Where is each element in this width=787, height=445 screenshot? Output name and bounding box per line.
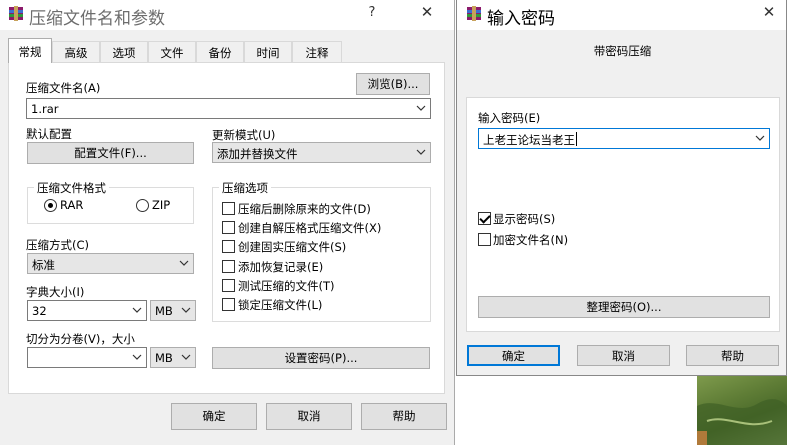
archive-format-title: 压缩文件格式 — [34, 180, 109, 196]
winrar-icon — [467, 6, 481, 21]
enter-password-label: 输入密码(E) — [478, 111, 541, 125]
delete-after-label: 压缩后删除原来的文件(D) — [238, 202, 371, 216]
password-subtitle: 带密码压缩 — [593, 44, 652, 58]
organize-passwords-button[interactable]: 整理密码(O)... — [478, 296, 770, 318]
dict-unit-select[interactable]: MB — [150, 300, 196, 321]
ok-button[interactable]: 确定 — [467, 345, 560, 366]
tab-time[interactable]: 时间 — [244, 41, 292, 62]
close-icon[interactable]: ✕ — [412, 3, 442, 21]
rar-radio[interactable] — [44, 199, 57, 212]
text-caret — [576, 132, 577, 146]
recovery-record-label: 添加恢复记录(E) — [238, 260, 324, 274]
tab-backup[interactable]: 备份 — [196, 41, 244, 62]
chevron-down-icon — [179, 260, 189, 266]
dict-size-combo[interactable]: 32 — [27, 300, 147, 321]
winrar-icon — [9, 6, 23, 21]
chevron-down-icon — [416, 149, 426, 155]
show-password-label: 显示密码(S) — [493, 212, 556, 226]
archive-dialog-title: 压缩文件名和参数 — [29, 9, 165, 29]
update-mode-select[interactable]: 添加并替换文件 — [212, 142, 431, 163]
browse-button[interactable]: 浏览(B)... — [356, 73, 430, 95]
chevron-down-icon — [416, 105, 426, 111]
dict-label: 字典大小(I) — [26, 285, 85, 299]
chevron-down-icon — [181, 354, 191, 360]
cancel-button[interactable]: 取消 — [266, 403, 352, 430]
archive-options-title: 压缩选项 — [219, 180, 271, 196]
password-dialog: 输入密码 ✕ 带密码压缩 输入密码(E) 上老王论坛当老王 显示密码(S) 加密… — [456, 0, 787, 376]
delete-after-checkbox[interactable] — [222, 202, 235, 215]
solid-label: 创建固实压缩文件(S) — [238, 240, 347, 254]
test-files-label: 测试压缩的文件(T) — [238, 279, 335, 293]
help-button[interactable]: 帮助 — [361, 403, 447, 430]
set-password-button[interactable]: 设置密码(P)... — [212, 347, 430, 369]
general-tab-panel: 压缩文件名(A) 浏览(B)... 1.rar 默认配置 配置文件(F)... … — [8, 62, 445, 394]
password-input-value: 上老王论坛当老王 — [483, 133, 575, 147]
password-dialog-title: 输入密码 — [487, 9, 555, 29]
split-label: 切分为分卷(V)，大小 — [26, 332, 135, 346]
archive-name-combo[interactable]: 1.rar — [26, 98, 431, 119]
chevron-down-icon — [755, 135, 765, 141]
lock-archive-label: 锁定压缩文件(L) — [238, 298, 323, 312]
help-button[interactable]: 帮助 — [686, 345, 779, 366]
dict-unit-value: MB — [155, 304, 173, 318]
archive-name-label: 压缩文件名(A) — [26, 81, 101, 95]
tab-options[interactable]: 选项 — [100, 41, 148, 62]
sfx-label: 创建自解压格式压缩文件(X) — [238, 221, 382, 235]
chevron-down-icon — [132, 354, 142, 360]
split-unit-value: MB — [155, 351, 173, 365]
archive-dialog: 压缩文件名和参数 ? ✕ 常规 高级 选项 文件 备份 时间 注释 压缩文件名(… — [0, 0, 455, 445]
password-input[interactable]: 上老王论坛当老王 — [478, 128, 770, 149]
encrypt-names-checkbox[interactable] — [478, 233, 491, 246]
split-size-combo[interactable] — [27, 347, 147, 368]
tab-general[interactable]: 常规 — [8, 38, 52, 63]
lock-archive-checkbox[interactable] — [222, 298, 235, 311]
password-panel: 输入密码(E) 上老王论坛当老王 显示密码(S) 加密文件名(N) 整理密码(O… — [466, 97, 780, 332]
help-icon[interactable]: ? — [357, 5, 387, 20]
method-label: 压缩方式(C) — [26, 238, 90, 252]
tab-comment[interactable]: 注释 — [292, 41, 342, 62]
close-icon[interactable]: ✕ — [754, 3, 784, 21]
sfx-checkbox[interactable] — [222, 221, 235, 234]
desktop-background-image — [697, 376, 787, 445]
chevron-down-icon — [132, 307, 142, 313]
default-profile-label: 默认配置 — [26, 127, 72, 141]
tab-advanced[interactable]: 高级 — [52, 41, 100, 62]
archive-name-value: 1.rar — [31, 102, 59, 116]
update-mode-value: 添加并替换文件 — [217, 147, 298, 161]
zip-label: ZIP — [152, 198, 171, 212]
chevron-down-icon — [181, 307, 191, 313]
rar-label: RAR — [60, 198, 84, 212]
archive-dialog-titlebar: 压缩文件名和参数 ? ✕ — [0, 0, 454, 30]
dict-size-value: 32 — [32, 304, 47, 318]
test-files-checkbox[interactable] — [222, 279, 235, 292]
tab-files[interactable]: 文件 — [148, 41, 196, 62]
password-dialog-titlebar: 输入密码 ✕ — [457, 0, 786, 30]
show-password-checkbox[interactable] — [478, 212, 491, 225]
method-select[interactable]: 标准 — [27, 253, 194, 274]
profiles-button[interactable]: 配置文件(F)... — [27, 142, 194, 164]
split-unit-select[interactable]: MB — [150, 347, 196, 368]
ok-button[interactable]: 确定 — [171, 403, 257, 430]
method-value: 标准 — [32, 258, 55, 272]
terrain-graphic — [697, 399, 787, 445]
zip-radio[interactable] — [136, 199, 149, 212]
cancel-button[interactable]: 取消 — [577, 345, 670, 366]
update-mode-label: 更新模式(U) — [212, 128, 276, 142]
solid-checkbox[interactable] — [222, 240, 235, 253]
encrypt-names-label: 加密文件名(N) — [493, 233, 569, 247]
recovery-record-checkbox[interactable] — [222, 260, 235, 273]
